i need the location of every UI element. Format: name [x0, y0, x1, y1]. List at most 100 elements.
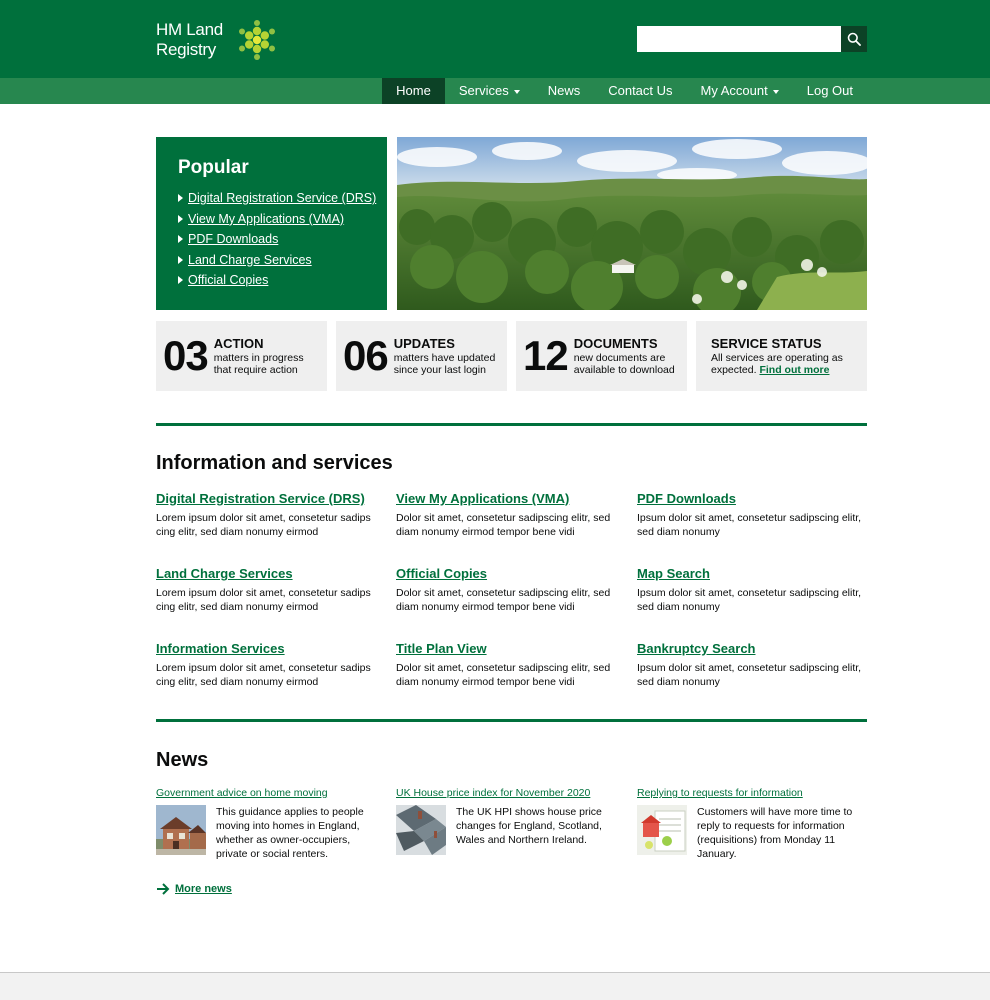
search-form — [637, 26, 867, 52]
popular-list: Digital Registration Service (DRS) View … — [178, 188, 387, 291]
nav-news[interactable]: News — [534, 78, 595, 104]
service-item: Map Search Ipsum dolor sit amet, consete… — [637, 566, 865, 614]
landscape-illustration — [397, 137, 867, 310]
stat-line: that require action — [213, 364, 298, 376]
more-news-link[interactable]: More news — [156, 882, 232, 896]
caret-down-icon — [772, 89, 779, 94]
stat-body: DOCUMENTS new documents are available to… — [574, 336, 675, 376]
find-out-more-link[interactable]: Find out more — [759, 364, 829, 376]
service-status-tile: SERVICE STATUS All services are operatin… — [696, 321, 867, 391]
hero-landscape-image — [397, 137, 867, 310]
popular-item: PDF Downloads — [178, 229, 387, 250]
service-description: Dolor sit amet, consetetur sadipscing el… — [396, 512, 611, 538]
info-services-heading: Information and services — [156, 452, 393, 474]
search-input[interactable] — [637, 26, 841, 52]
service-link-information-services[interactable]: Information Services — [156, 641, 384, 656]
popular-link-land-charge[interactable]: Land Charge Services — [188, 253, 312, 267]
arrow-right-icon — [178, 276, 183, 285]
nav-my-account[interactable]: My Account — [687, 78, 793, 104]
popular-item: Official Copies — [178, 270, 387, 291]
service-link-pdf-downloads[interactable]: PDF Downloads — [637, 491, 865, 506]
logo-wordmark: HM Land Registry — [156, 20, 223, 60]
service-item: Bankruptcy Search Ipsum dolor sit amet, … — [637, 641, 865, 689]
service-link-official-copies[interactable]: Official Copies — [396, 566, 624, 581]
stat-tile-action[interactable]: 03 ACTION matters in progress that requi… — [156, 321, 327, 391]
stat-line: since your last login — [393, 364, 486, 376]
news-summary: The UK HPI shows house price changes for… — [456, 806, 602, 846]
service-link-land-charge[interactable]: Land Charge Services — [156, 566, 384, 581]
service-link-bankruptcy-search[interactable]: Bankruptcy Search — [637, 641, 865, 656]
nav-log-out[interactable]: Log Out — [793, 78, 867, 104]
popular-link-drs[interactable]: Digital Registration Service (DRS) — [188, 191, 376, 205]
news-thumbnail-house[interactable] — [156, 805, 206, 855]
service-status-line-2: expected. Find out more — [711, 364, 843, 376]
service-link-title-plan-view[interactable]: Title Plan View — [396, 641, 624, 656]
stat-line: available to download — [573, 364, 675, 376]
news-item: Government advice on home moving This gu… — [156, 787, 384, 861]
stat-number: 03 — [163, 332, 209, 379]
stat-tile-updates[interactable]: 06 UPDATES matters have updated since yo… — [336, 321, 507, 391]
service-status-body: SERVICE STATUS All services are operatin… — [711, 336, 843, 376]
news-link-requisitions[interactable]: Replying to requests for information — [637, 787, 865, 799]
news-heading: News — [156, 749, 209, 771]
stat-heading: ACTION — [213, 336, 264, 351]
arrow-right-icon — [178, 194, 183, 203]
news-summary: This guidance applies to people moving i… — [216, 806, 364, 860]
stat-heading: UPDATES — [393, 336, 455, 351]
popular-item: Land Charge Services — [178, 250, 387, 271]
news-thumbnail-rooftops[interactable] — [396, 805, 446, 855]
nav-news-label: News — [547, 83, 581, 98]
logo-line-2: Registry — [156, 40, 216, 59]
nav-services[interactable]: Services — [445, 78, 534, 104]
service-description: Ipsum dolor sit amet, consetetur sadipsc… — [637, 662, 862, 688]
popular-title: Popular — [178, 157, 249, 178]
more-news-label: More news — [175, 883, 232, 895]
nav-contact-label: Contact Us — [608, 83, 673, 98]
nav-contact-us[interactable]: Contact Us — [594, 78, 686, 104]
arrow-right-icon — [157, 883, 170, 895]
service-item: Land Charge Services Lorem ipsum dolor s… — [156, 566, 384, 614]
search-button[interactable] — [841, 26, 867, 52]
stat-heading: DOCUMENTS — [573, 336, 658, 351]
nav-home[interactable]: Home — [382, 78, 445, 104]
service-status-line: All services are operating as — [711, 352, 843, 364]
popular-item: View My Applications (VMA) — [178, 209, 387, 230]
service-item: Information Services Lorem ipsum dolor s… — [156, 641, 384, 689]
service-link-vma[interactable]: View My Applications (VMA) — [396, 491, 624, 506]
popular-panel: Popular Digital Registration Service (DR… — [156, 137, 387, 310]
service-description: Dolor sit amet, consetetur sadipscing el… — [396, 587, 611, 613]
service-link-drs[interactable]: Digital Registration Service (DRS) — [156, 491, 384, 506]
caret-down-icon — [513, 89, 520, 94]
news-summary: Customers will have more time to reply t… — [697, 806, 853, 860]
arrow-right-icon — [178, 255, 183, 264]
news-thumbnail-documents[interactable] — [637, 805, 687, 855]
stat-tile-documents[interactable]: 12 DOCUMENTS new documents are available… — [516, 321, 687, 391]
nav-account-label: My Account — [700, 83, 768, 98]
news-item: Replying to requests for information Cus… — [637, 787, 865, 861]
nav-logout-label: Log Out — [806, 83, 853, 98]
service-description: Lorem ipsum dolor sit amet, consetetur s… — [156, 512, 371, 538]
search-icon — [847, 32, 861, 46]
service-description: Ipsum dolor sit amet, consetetur sadipsc… — [637, 587, 862, 613]
service-item: PDF Downloads Ipsum dolor sit amet, cons… — [637, 491, 865, 539]
service-item: View My Applications (VMA) Dolor sit ame… — [396, 491, 624, 539]
service-description: Ipsum dolor sit amet, consetetur sadipsc… — [637, 512, 862, 538]
section-divider — [156, 719, 867, 722]
service-status-heading: SERVICE STATUS — [711, 336, 822, 351]
arrow-right-icon — [178, 235, 183, 244]
news-link-home-moving[interactable]: Government advice on home moving — [156, 787, 384, 799]
news-link-house-price-index[interactable]: UK House price index for November 2020 — [396, 787, 624, 799]
stat-body: UPDATES matters have updated since your … — [394, 336, 496, 376]
logo-line-1: HM Land — [156, 20, 223, 39]
section-divider — [156, 423, 867, 426]
service-description: Lorem ipsum dolor sit amet, consetetur s… — [156, 662, 371, 688]
arrow-right-icon — [178, 214, 183, 223]
site-footer — [0, 972, 990, 1000]
popular-link-vma[interactable]: View My Applications (VMA) — [188, 212, 344, 226]
hm-land-registry-logo[interactable]: HM Land Registry — [156, 20, 277, 60]
service-link-map-search[interactable]: Map Search — [637, 566, 865, 581]
nav-home-label: Home — [396, 83, 431, 98]
popular-link-official-copies[interactable]: Official Copies — [188, 273, 268, 287]
popular-link-pdf-downloads[interactable]: PDF Downloads — [188, 232, 278, 246]
service-description: Dolor sit amet, consetetur sadipscing el… — [396, 662, 611, 688]
